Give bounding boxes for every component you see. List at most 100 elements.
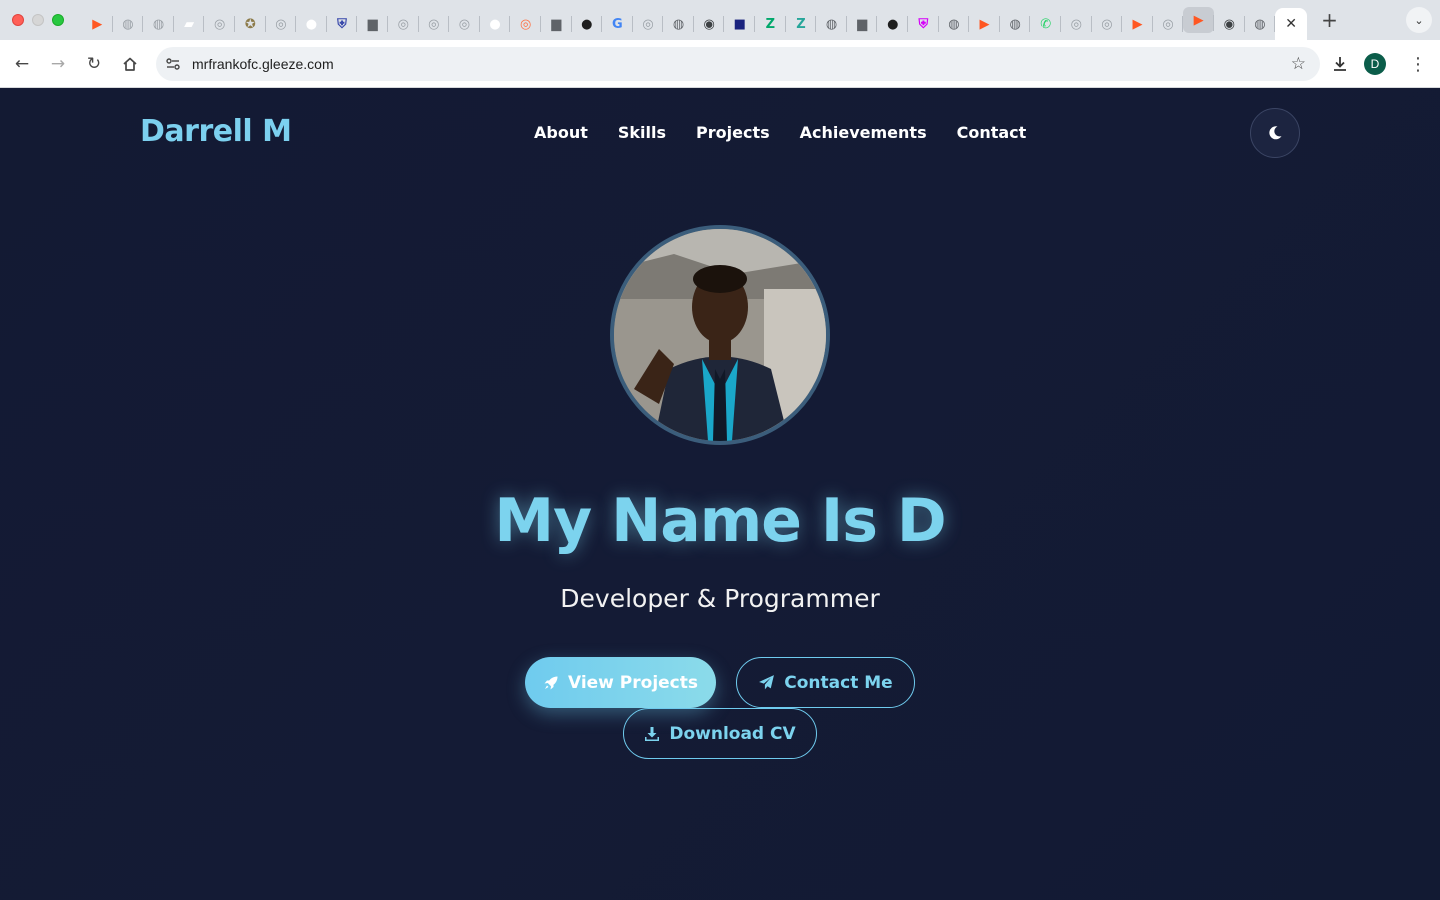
browser-tab[interactable]: ▶: [969, 8, 1000, 40]
browser-tab[interactable]: ■: [724, 8, 755, 40]
github-icon: ●: [581, 16, 593, 32]
browser-tab[interactable]: ●: [877, 8, 908, 40]
more-vert-icon: ⋮: [1409, 53, 1427, 75]
profile-icon: ■: [733, 16, 746, 32]
loading-icon: ◎: [1101, 16, 1113, 32]
arrow-right-icon: →: [50, 53, 66, 74]
puzzle-icon: ▰: [184, 16, 195, 32]
tab-search-button[interactable]: ⌄: [1406, 7, 1432, 33]
browser-tab[interactable]: ◉: [1214, 8, 1245, 40]
browser-tab[interactable]: Z: [755, 8, 786, 40]
maximize-window-button[interactable]: [52, 14, 64, 26]
download-cv-button[interactable]: Download CV: [623, 708, 817, 759]
view-projects-button[interactable]: View Projects: [525, 657, 716, 708]
nav-contact[interactable]: Contact: [957, 123, 1027, 142]
active-tab[interactable]: ✕: [1275, 8, 1308, 40]
nav-about[interactable]: About: [534, 123, 588, 142]
globe-icon: ◍: [672, 16, 685, 32]
browser-tab[interactable]: ◍: [663, 8, 694, 40]
loading-icon: ◎: [214, 16, 226, 32]
orange-loading-icon: ◎: [519, 16, 532, 32]
minimize-window-button[interactable]: [32, 14, 44, 26]
loading-icon: ◎: [428, 16, 440, 32]
browser-tab[interactable]: ▆: [357, 8, 388, 40]
browser-tab[interactable]: ◎: [266, 8, 297, 40]
browser-tab[interactable]: ▶: [82, 8, 113, 40]
contact-me-label: Contact Me: [784, 672, 893, 693]
nav-achievements[interactable]: Achievements: [800, 123, 927, 142]
downloads-button[interactable]: [1322, 46, 1358, 82]
chrome-icon: ◉: [1223, 16, 1235, 32]
download-cv-label: Download CV: [669, 723, 796, 744]
github-icon: ●: [887, 16, 899, 32]
browser-tab[interactable]: ●: [480, 8, 511, 40]
browser-tab[interactable]: ◍: [143, 8, 174, 40]
browser-tab[interactable]: ▰: [174, 8, 205, 40]
browser-tab[interactable]: ⛨: [327, 8, 358, 40]
browser-tab[interactable]: ◉: [694, 8, 725, 40]
reload-button[interactable]: ↻: [76, 46, 112, 82]
browser-tab[interactable]: G: [602, 8, 633, 40]
site-logo[interactable]: Darrell M: [140, 114, 292, 149]
browser-tab[interactable]: ●: [572, 8, 603, 40]
nav-skills[interactable]: Skills: [618, 123, 666, 142]
browser-tab[interactable]: ▶: [1183, 7, 1214, 33]
home-button[interactable]: [112, 46, 148, 82]
orange-arrow-icon: ▶: [92, 16, 103, 32]
browser-tab[interactable]: ◍: [1000, 8, 1031, 40]
browser-tab[interactable]: ◍: [1245, 8, 1276, 40]
loading-icon: ◎: [1070, 16, 1082, 32]
browser-tab[interactable]: ▆: [541, 8, 572, 40]
forward-button[interactable]: →: [40, 46, 76, 82]
globe-icon: ◍: [1254, 16, 1266, 32]
whatsapp-icon: ✆: [1040, 16, 1052, 32]
paper-plane-icon: [759, 675, 775, 690]
orange-arrow-icon: ▶: [1193, 12, 1204, 28]
download-icon: [645, 726, 660, 741]
browser-menu-button[interactable]: ⋮: [1400, 46, 1436, 82]
bookmark-star-icon[interactable]: ☆: [1291, 54, 1306, 74]
browser-tab[interactable]: ▆: [847, 8, 878, 40]
chevron-down-icon: ⌄: [1414, 13, 1424, 27]
globe-icon: ◍: [825, 16, 838, 32]
tab-strip: ▶ ◍ ◍ ▰ ◎ ✪ ◎ ● ⛨ ▆ ◎ ◎ ◎ ● ◎ ▆ ● G ◎ ◍ ◉ ■ Z Z ◍ ▆ ● ⛨ ◍ ▶ ◍ ✆ ◎ ◎ ▶ ◎ ▶ ◉ ◍ …: [0, 0, 1440, 40]
nav-projects[interactable]: Projects: [696, 123, 770, 142]
browser-tab[interactable]: ✆: [1030, 8, 1061, 40]
back-button[interactable]: ←: [4, 46, 40, 82]
browser-tab[interactable]: ⛨: [908, 8, 939, 40]
close-tab-icon[interactable]: ✕: [1285, 16, 1297, 32]
loading-icon: ◎: [642, 16, 654, 32]
browser-tab[interactable]: ◎: [388, 8, 419, 40]
toolbar-right: D ⋮: [1322, 40, 1440, 88]
theme-toggle-button[interactable]: [1250, 108, 1300, 158]
site-settings-icon[interactable]: [164, 55, 182, 73]
browser-tab[interactable]: Z: [786, 8, 817, 40]
close-window-button[interactable]: [12, 14, 24, 26]
folder-icon: ▆: [367, 16, 378, 32]
browser-tab[interactable]: ◎: [510, 8, 541, 40]
new-tab-button[interactable]: +: [1321, 10, 1338, 30]
browser-tab[interactable]: ◎: [204, 8, 235, 40]
main-nav: About Skills Projects Achievements Conta…: [534, 123, 1026, 142]
address-bar[interactable]: mrfrankofc.gleeze.com ☆: [156, 47, 1320, 81]
tab-list: ▶ ◍ ◍ ▰ ◎ ✪ ◎ ● ⛨ ▆ ◎ ◎ ◎ ● ◎ ▆ ● G ◎ ◍ ◉ ■ Z Z ◍ ▆ ● ⛨ ◍ ▶ ◍ ✆ ◎ ◎ ▶ ◎ ▶ ◉ ◍: [82, 0, 1275, 40]
browser-tab[interactable]: ●: [296, 8, 327, 40]
globe-icon: ◍: [122, 16, 134, 32]
profile-avatar[interactable]: D: [1364, 53, 1386, 75]
orange-arrow-icon: ▶: [1132, 16, 1143, 32]
browser-tab[interactable]: ◍: [939, 8, 970, 40]
browser-tab[interactable]: ✪: [235, 8, 266, 40]
contact-me-button[interactable]: Contact Me: [736, 657, 915, 708]
browser-tab[interactable]: ◍: [113, 8, 144, 40]
browser-tab[interactable]: ◎: [419, 8, 450, 40]
globe-icon: ◍: [152, 16, 165, 32]
browser-tab[interactable]: ◎: [449, 8, 480, 40]
browser-tab[interactable]: ▶: [1122, 8, 1153, 40]
home-icon: [123, 57, 137, 71]
browser-tab[interactable]: ◎: [1092, 8, 1123, 40]
browser-tab[interactable]: ◎: [1061, 8, 1092, 40]
browser-tab[interactable]: ◎: [1153, 8, 1184, 40]
browser-tab[interactable]: ◎: [633, 8, 664, 40]
loading-icon: ◎: [1162, 16, 1174, 32]
browser-tab[interactable]: ◍: [816, 8, 847, 40]
